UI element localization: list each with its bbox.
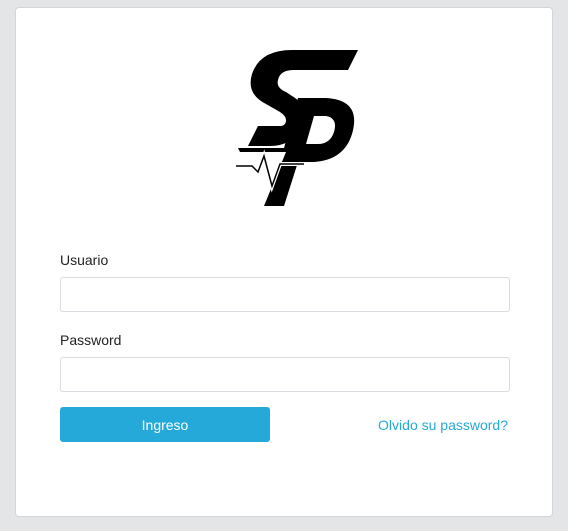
username-label: Usuario — [60, 252, 109, 268]
login-button[interactable]: Ingreso — [60, 407, 270, 442]
sp-pulse-logo-icon — [236, 50, 358, 206]
username-input[interactable] — [60, 277, 510, 312]
forgot-password-link[interactable]: Olvido su password? — [378, 417, 508, 433]
login-card: Usuario Password Ingreso Olvido su passw… — [15, 7, 553, 517]
password-label: Password — [60, 332, 122, 348]
password-input[interactable] — [60, 357, 510, 392]
